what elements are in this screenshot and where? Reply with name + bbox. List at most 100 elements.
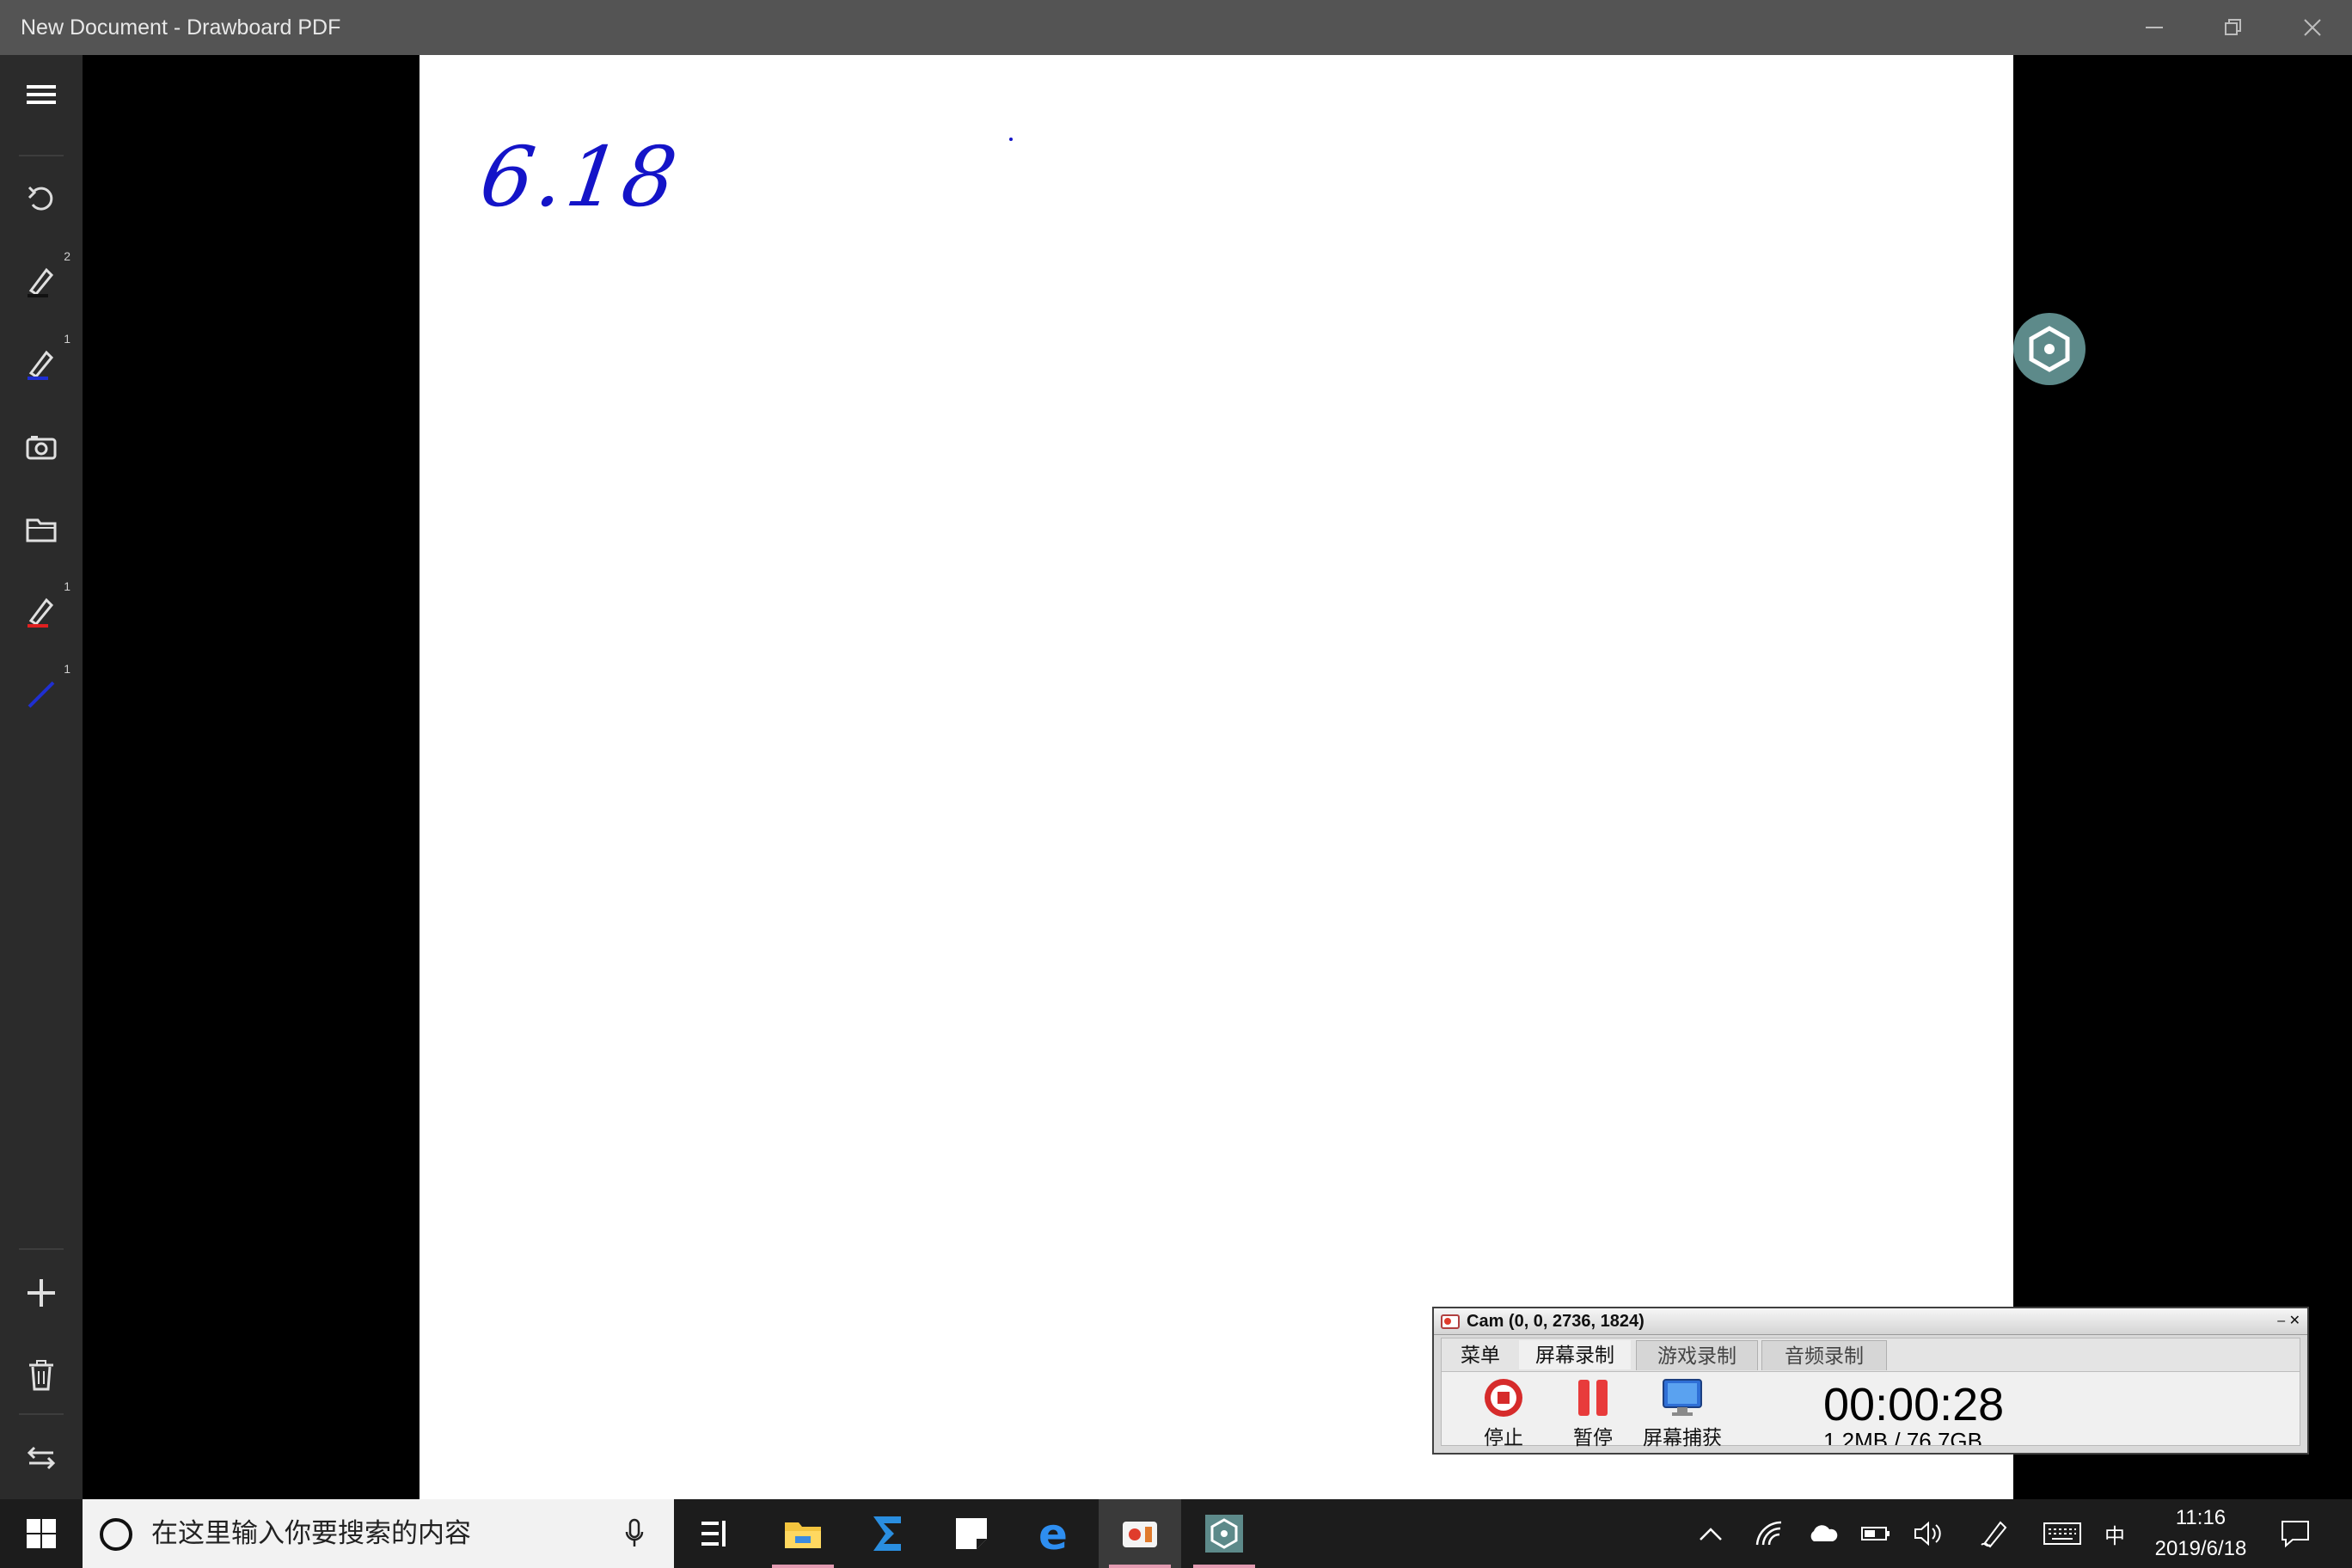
screen-capture-button[interactable]: 屏幕捕获 — [1639, 1376, 1725, 1449]
add-icon — [28, 1279, 55, 1307]
window-title: New Document - Drawboard PDF — [21, 15, 341, 40]
tab-audio-record[interactable]: 音频录制 — [1761, 1340, 1887, 1370]
pause-button[interactable]: 暂停 — [1550, 1376, 1636, 1449]
task-view-button[interactable] — [674, 1499, 756, 1568]
running-indicator — [772, 1565, 834, 1568]
delete-page-button[interactable] — [0, 1338, 83, 1413]
swap-icon — [27, 1446, 56, 1470]
ink-dot — [1009, 138, 1013, 141]
show-hidden-icons-button[interactable] — [1685, 1499, 1736, 1568]
title-bar: New Document - Drawboard PDF — [0, 0, 2352, 55]
highlighter-tool-red[interactable]: 1 — [0, 574, 83, 650]
ime-label: 中 — [2104, 1524, 2125, 1548]
restore-button[interactable] — [2194, 0, 2273, 55]
ocam-body: 菜单 屏幕录制 游戏录制 音频录制 停止 暂停 屏幕捕获 00:00:28 1.… — [1441, 1338, 2300, 1449]
edge-icon: e — [1038, 1515, 1068, 1553]
stop-button[interactable]: 停止 — [1461, 1376, 1547, 1449]
taskbar: 在这里输入你要搜索的内容 e 中 11:16 2019/6/18 — [0, 1499, 2352, 1568]
undo-button[interactable] — [0, 162, 83, 237]
close-button[interactable] — [2273, 0, 2352, 55]
screen: New Document - Drawboard PDF 2 1 1 1 6.1… — [0, 0, 2352, 1568]
sidebar-divider — [19, 1248, 64, 1250]
pen-tool-black[interactable]: 2 — [0, 244, 83, 320]
clock-date: 2019/6/18 — [2154, 1537, 2247, 1560]
restore-icon — [2225, 19, 2241, 35]
task-view-icon — [701, 1521, 726, 1547]
notification-icon — [2282, 1521, 2309, 1548]
onedrive-button[interactable] — [1798, 1499, 1847, 1568]
tab-screen-record[interactable]: 屏幕录制 — [1519, 1340, 1631, 1369]
screen-capture-label: 屏幕捕获 — [1643, 1426, 1722, 1449]
start-button[interactable] — [0, 1499, 83, 1568]
keyboard-icon — [2043, 1522, 2081, 1545]
ocam-app-icon — [1441, 1314, 1460, 1329]
add-page-button[interactable] — [0, 1255, 83, 1331]
cloud-icon — [1810, 1525, 1838, 1541]
recording-timer: 00:00:28 — [1823, 1379, 2005, 1430]
sidebar-divider — [19, 1413, 64, 1415]
tab-game-record[interactable]: 游戏录制 — [1636, 1340, 1758, 1370]
close-icon — [2304, 19, 2321, 36]
sidebar-divider — [19, 155, 64, 156]
pen-tool-blue[interactable]: 1 — [0, 327, 83, 402]
running-indicator — [1109, 1565, 1171, 1568]
pen-badge: 2 — [64, 249, 70, 263]
left-toolbar: 2 1 1 1 — [0, 55, 83, 1499]
undo-icon — [28, 186, 53, 211]
ocam-window: Cam (0, 0, 2736, 1824) – ✕ 菜单 屏幕录制 游戏录制 … — [1432, 1307, 2309, 1455]
windows-logo-icon — [27, 1519, 56, 1548]
sigma-icon — [873, 1516, 901, 1551]
pause-label: 暂停 — [1573, 1426, 1613, 1449]
line-badge: 1 — [64, 662, 70, 676]
battery-button[interactable] — [1852, 1499, 1900, 1568]
sticky-notes-icon — [956, 1518, 987, 1549]
highlighter-icon — [28, 597, 54, 628]
hexagon-icon — [2029, 326, 2070, 372]
network-button[interactable] — [1745, 1499, 1793, 1568]
floating-menu-button[interactable] — [2013, 313, 2086, 385]
microphone-icon[interactable] — [624, 1518, 645, 1549]
delete-icon — [29, 1360, 53, 1391]
ocam-tab-bar: 菜单 屏幕录制 游戏录制 音频录制 — [1442, 1338, 2300, 1372]
ocam-window-controls[interactable]: – ✕ — [2277, 1308, 2300, 1334]
stop-label: 停止 — [1484, 1426, 1523, 1449]
tab-menu[interactable]: 菜单 — [1450, 1340, 1510, 1369]
battery-icon — [1861, 1527, 1890, 1540]
speaker-icon — [1914, 1521, 1941, 1547]
pause-icon — [1578, 1380, 1608, 1416]
pen-workspace-button[interactable] — [1970, 1499, 2018, 1568]
menu-icon — [27, 85, 56, 104]
ink-layer — [1009, 138, 1013, 141]
wifi-icon — [1755, 1521, 1782, 1546]
sigma-app-button[interactable] — [846, 1499, 928, 1568]
running-indicator — [1193, 1565, 1255, 1568]
folder-icon — [785, 1522, 821, 1548]
clock-time: 11:16 — [2175, 1506, 2226, 1529]
touch-keyboard-button[interactable] — [2034, 1499, 2091, 1568]
search-box[interactable]: 在这里输入你要搜索的内容 — [83, 1499, 674, 1568]
clock[interactable]: 11:16 2019/6/18 — [2132, 1499, 2269, 1568]
camera-button[interactable] — [0, 409, 83, 485]
swap-button[interactable] — [0, 1420, 83, 1496]
sticky-notes-button[interactable] — [930, 1499, 1013, 1568]
input-method-indicator[interactable]: 中 — [2098, 1499, 2132, 1568]
folder-icon — [26, 518, 57, 542]
ocam-icon — [1123, 1522, 1157, 1547]
stop-icon — [1485, 1379, 1522, 1417]
ocam-title-bar: Cam (0, 0, 2736, 1824) – ✕ — [1434, 1308, 2307, 1335]
minimize-button[interactable] — [2115, 0, 2194, 55]
action-center-button[interactable] — [2269, 1499, 2321, 1568]
drawboard-taskbar-button[interactable] — [1183, 1499, 1265, 1568]
document-canvas[interactable]: 6.18 — [420, 55, 2013, 1499]
drawboard-icon — [1205, 1515, 1243, 1553]
search-placeholder: 在这里输入你要搜索的内容 — [151, 1518, 471, 1548]
file-explorer-button[interactable] — [762, 1499, 844, 1568]
cortana-icon — [100, 1518, 132, 1551]
volume-button[interactable] — [1905, 1499, 1953, 1568]
ocam-taskbar-button[interactable] — [1099, 1499, 1181, 1568]
menu-button[interactable] — [0, 57, 83, 132]
ocam-title: Cam (0, 0, 2736, 1824) — [1467, 1312, 1645, 1331]
edge-browser-button[interactable]: e — [1014, 1499, 1097, 1568]
line-tool-blue[interactable]: 1 — [0, 657, 83, 732]
open-folder-button[interactable] — [0, 492, 83, 567]
